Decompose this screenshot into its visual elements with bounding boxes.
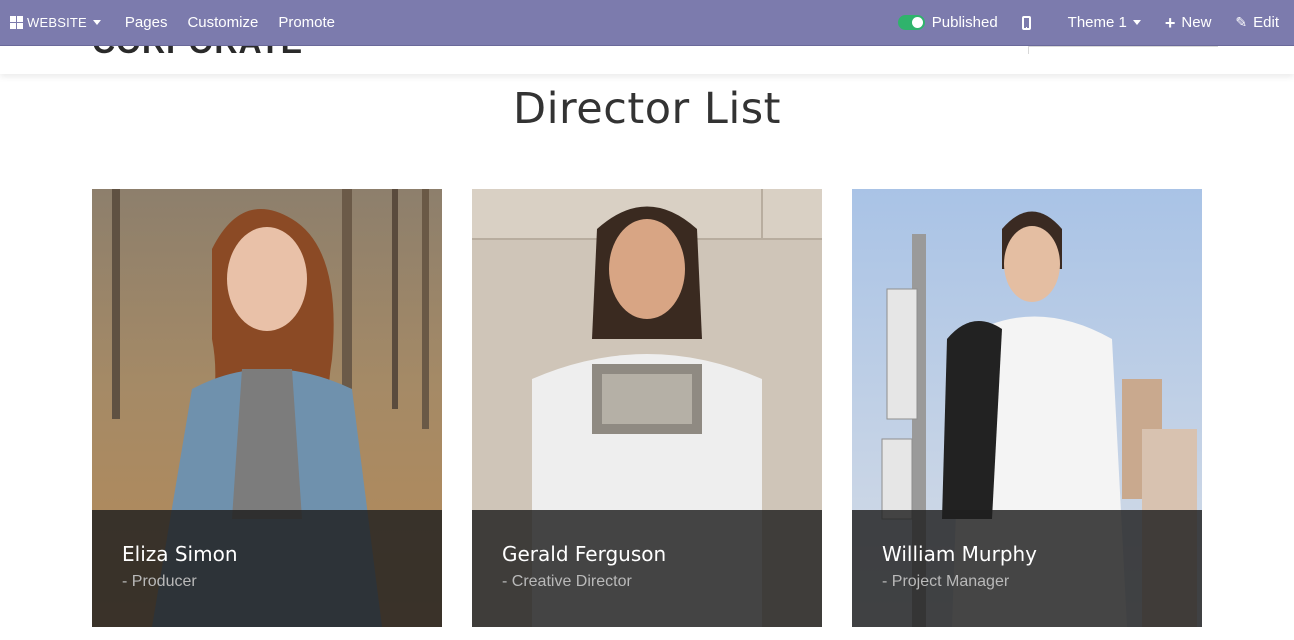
apps-grid-icon [10,16,23,29]
plus-icon: + [1164,12,1176,33]
site-header: CORPORATE [0,46,1294,74]
theme-label: Theme 1 [1067,14,1127,31]
director-name: William Murphy [882,542,1038,566]
mobile-preview-icon[interactable] [1021,15,1031,30]
director-role: - Project Manager [882,573,1010,590]
website-app-menu[interactable]: WEBSITE [0,15,115,30]
editor-topbar: WEBSITE Pages Customize Promote Publishe… [0,0,1294,46]
chevron-down-icon [1132,20,1141,25]
director-card[interactable]: Eliza Simon - Producer [92,189,442,627]
edit-button[interactable]: ✎ Edit [1223,14,1294,31]
director-name: Eliza Simon [122,542,238,566]
header-divider [1028,46,1218,47]
publish-toggle[interactable]: Published [886,14,1010,31]
app-menu-label: WEBSITE [27,15,87,30]
pencil-icon: ✎ [1235,14,1248,30]
director-role: - Creative Director [502,573,632,590]
published-label: Published [931,14,998,31]
director-card[interactable]: William Murphy - Project Manager [852,189,1202,627]
toggle-switch-icon[interactable] [897,15,925,30]
nav-customize[interactable]: Customize [177,0,268,45]
director-name: Gerald Ferguson [502,542,667,566]
director-caption: Eliza Simon - Producer [92,510,442,627]
page-title: Director List [512,84,782,134]
new-label: New [1181,14,1212,31]
nav-pages[interactable]: Pages [115,0,178,45]
edit-label: Edit [1253,14,1279,31]
header-divider-vertical [1028,46,1029,54]
director-caption: Gerald Ferguson - Creative Director [472,510,822,627]
new-button[interactable]: + New [1153,14,1224,32]
nav-promote[interactable]: Promote [268,0,345,45]
director-card[interactable]: Gerald Ferguson - Creative Director [472,189,822,627]
theme-dropdown[interactable]: Theme 1 [1056,14,1153,31]
director-caption: William Murphy - Project Manager [852,510,1202,627]
chevron-down-icon [92,20,101,25]
director-role: - Producer [122,573,197,590]
